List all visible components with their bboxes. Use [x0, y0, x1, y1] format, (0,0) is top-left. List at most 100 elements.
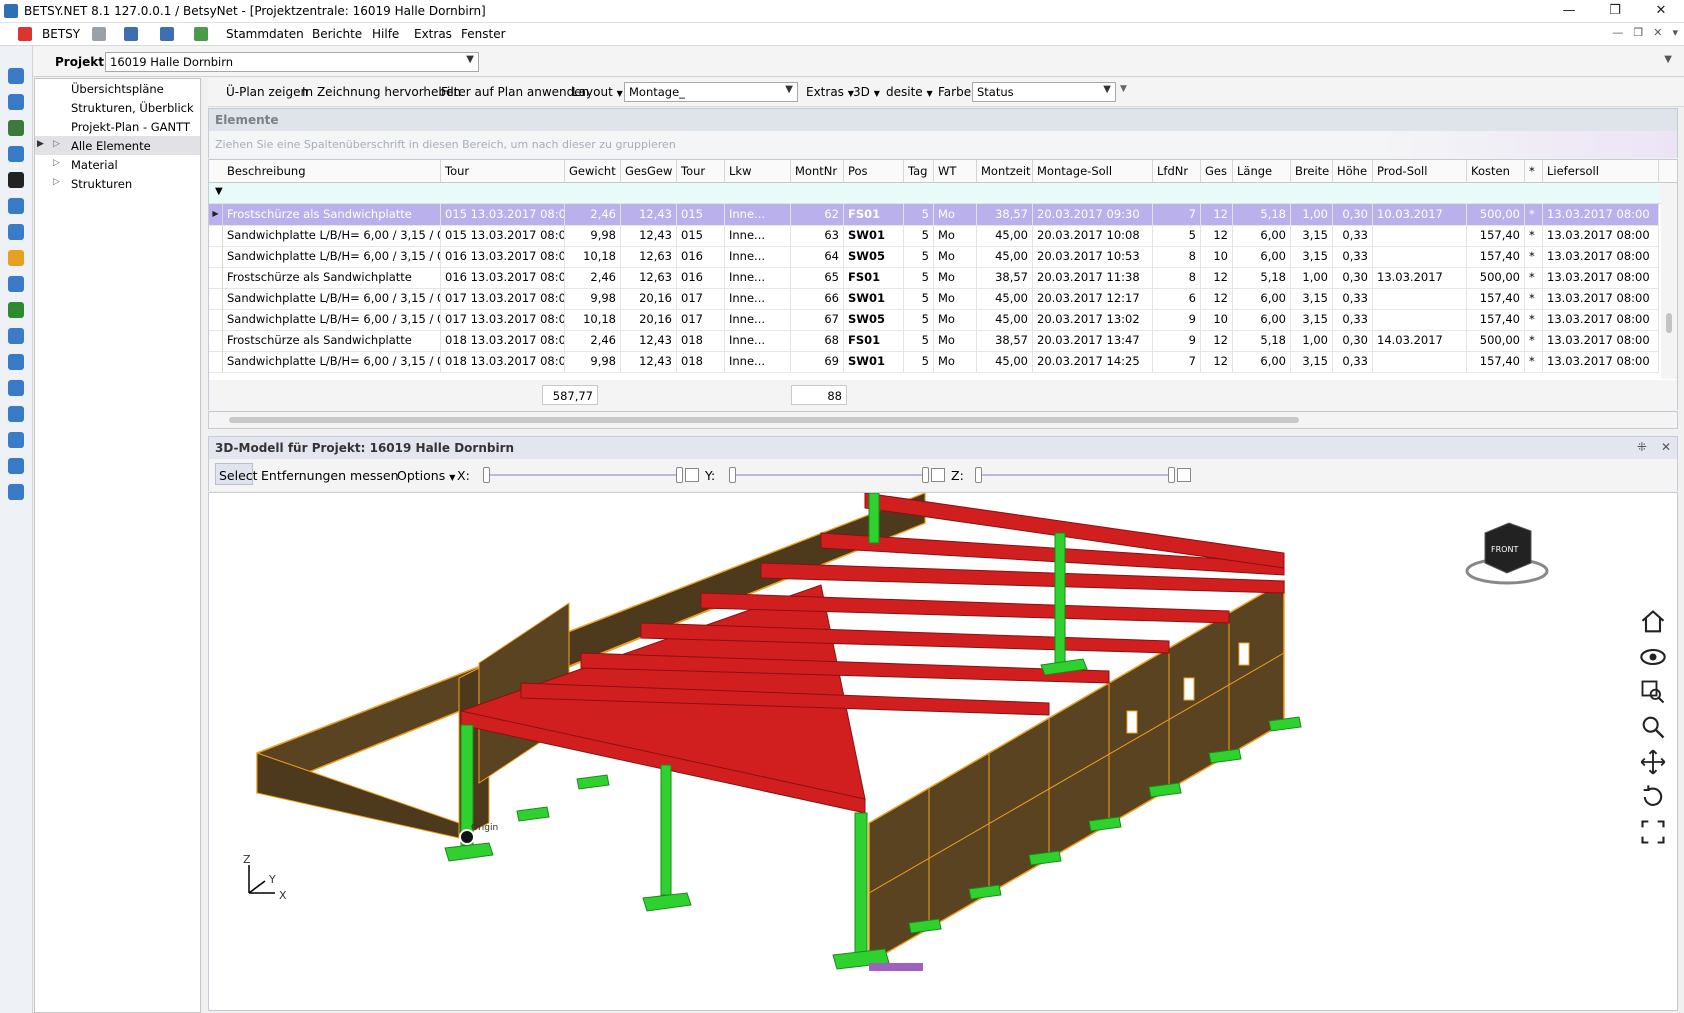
- desite-menu[interactable]: desite ▼: [886, 85, 933, 99]
- table-cell[interactable]: Mo: [934, 204, 977, 225]
- table-cell[interactable]: 2,46: [565, 267, 621, 288]
- table-cell[interactable]: 20.03.2017 14:25: [1033, 351, 1153, 372]
- table-cell[interactable]: 13.03.2017 08:00: [1543, 267, 1659, 288]
- filter-plan-button[interactable]: Filter auf Plan anwenden: [441, 85, 589, 99]
- zoom-icon[interactable]: [1639, 713, 1667, 741]
- group-by-area[interactable]: Ziehen Sie eine Spaltenüberschrift in di…: [208, 131, 1678, 158]
- pan-icon[interactable]: [1639, 748, 1667, 776]
- table-cell[interactable]: Inne...: [725, 204, 791, 225]
- table-row[interactable]: Sandwichplatte L/B/H= 6,00 / 3,15 / 0,33…: [209, 225, 1659, 247]
- column-header[interactable]: Tag: [904, 160, 934, 182]
- table-cell[interactable]: *: [1525, 267, 1543, 288]
- column-header[interactable]: Lkw: [725, 160, 791, 182]
- close-icon[interactable]: ✕: [1638, 0, 1684, 22]
- table-cell[interactable]: FS01: [844, 204, 904, 225]
- column[interactable]: [854, 812, 868, 964]
- table-cell[interactable]: Inne...: [725, 267, 791, 288]
- table-cell[interactable]: 10,18: [565, 246, 621, 267]
- table-cell[interactable]: [1373, 225, 1467, 246]
- table-cell[interactable]: 20.03.2017 10:53: [1033, 246, 1153, 267]
- table-cell[interactable]: 0,33: [1333, 309, 1373, 330]
- table-cell[interactable]: 015: [677, 204, 725, 225]
- slider-knob-start[interactable]: [729, 467, 736, 483]
- table-cell[interactable]: 9: [1153, 330, 1201, 351]
- column-header[interactable]: Beschreibung: [223, 160, 441, 182]
- table-cell[interactable]: 016 13.03.2017 08:00: [441, 246, 565, 267]
- column-header[interactable]: GesGew: [621, 160, 677, 182]
- project-select[interactable]: 16019 Halle Dornbirn ▼: [105, 52, 479, 72]
- menu-fenster[interactable]: Fenster: [461, 27, 506, 41]
- truck-icon[interactable]: [8, 224, 24, 240]
- table-cell[interactable]: Sandwichplatte L/B/H= 6,00 / 3,15 / 0,33…: [223, 246, 441, 267]
- table-cell[interactable]: 12,43: [621, 225, 677, 246]
- table-cell[interactable]: SW05: [844, 309, 904, 330]
- table-cell[interactable]: 018: [677, 351, 725, 372]
- table-cell[interactable]: 015 13.03.2017 08:00: [441, 204, 565, 225]
- table-cell[interactable]: Mo: [934, 267, 977, 288]
- table-cell[interactable]: 3,15: [1291, 351, 1333, 372]
- column-header[interactable]: Kosten: [1467, 160, 1525, 182]
- table-cell[interactable]: 9,98: [565, 225, 621, 246]
- table-cell[interactable]: Sandwichplatte L/B/H= 6,00 / 3,15 / 0,33…: [223, 288, 441, 309]
- column-header[interactable]: MontNr: [791, 160, 844, 182]
- measure-button[interactable]: Entfernungen messen: [261, 468, 399, 483]
- save-icon[interactable]: [92, 27, 106, 41]
- table-cell[interactable]: 157,40: [1467, 309, 1525, 330]
- column-header[interactable]: Pos: [844, 160, 904, 182]
- table-cell[interactable]: 3,15: [1291, 288, 1333, 309]
- highlight-button[interactable]: In Zeichnung hervorheben: [302, 85, 461, 99]
- home-view-icon[interactable]: [1639, 608, 1667, 636]
- table-cell[interactable]: SW01: [844, 351, 904, 372]
- nav-item-strukturen-ueberblick[interactable]: Strukturen, Überblick: [35, 98, 200, 117]
- table-cell[interactable]: 016: [677, 267, 725, 288]
- table-cell[interactable]: Sandwichplatte L/B/H= 6,00 / 3,15 / 0,33…: [223, 351, 441, 372]
- grid-horizontal-scrollbar[interactable]: [208, 411, 1678, 429]
- table-cell[interactable]: Mo: [934, 330, 977, 351]
- column[interactable]: [868, 493, 880, 544]
- table-cell[interactable]: 13.03.2017 08:00: [1543, 204, 1659, 225]
- table-cell[interactable]: Inne...: [725, 351, 791, 372]
- table-cell[interactable]: 017 13.03.2017 08:00: [441, 288, 565, 309]
- table-cell[interactable]: 157,40: [1467, 225, 1525, 246]
- table-cell[interactable]: 45,00: [977, 288, 1033, 309]
- table-cell[interactable]: 12: [1201, 225, 1233, 246]
- scrollbar-thumb[interactable]: [229, 417, 1299, 423]
- table-cell[interactable]: FS01: [844, 267, 904, 288]
- nav-item-material[interactable]: ▷ Material: [35, 155, 200, 174]
- wall-panel-front[interactable]: [256, 752, 460, 839]
- row-indicator[interactable]: [209, 246, 223, 267]
- pin-icon[interactable]: ⁜: [1637, 440, 1647, 454]
- z-clip-checkbox[interactable]: [1177, 468, 1191, 482]
- x-clip-slider[interactable]: [477, 465, 689, 485]
- table-cell[interactable]: 157,40: [1467, 288, 1525, 309]
- table-cell[interactable]: Mo: [934, 246, 977, 267]
- table-cell[interactable]: 5,18: [1233, 330, 1291, 351]
- table-cell[interactable]: 6,00: [1233, 351, 1291, 372]
- row-indicator[interactable]: [209, 267, 223, 288]
- threed-menu[interactable]: 3D ▼: [853, 85, 880, 99]
- table-cell[interactable]: 13.03.2017: [1373, 267, 1467, 288]
- table-cell[interactable]: 13.03.2017 08:00: [1543, 330, 1659, 351]
- current-row-icon[interactable]: ▶: [209, 204, 223, 225]
- table-cell[interactable]: [1373, 288, 1467, 309]
- bar-chart-icon[interactable]: [8, 354, 24, 370]
- maximize-icon[interactable]: ❐: [1592, 0, 1638, 22]
- slider-knob-start[interactable]: [975, 467, 982, 483]
- menu-extras[interactable]: Extras: [414, 27, 452, 41]
- table-cell[interactable]: 10.03.2017: [1373, 204, 1467, 225]
- table-cell[interactable]: Frostschürze als Sandwichplatte: [223, 330, 441, 351]
- window-opening[interactable]: [1183, 677, 1195, 701]
- column-header[interactable]: Länge: [1233, 160, 1291, 182]
- table-cell[interactable]: 6,00: [1233, 309, 1291, 330]
- column-header[interactable]: *: [1525, 160, 1543, 182]
- table-cell[interactable]: 0,33: [1333, 288, 1373, 309]
- module-elements-icon[interactable]: [8, 94, 24, 110]
- table-cell[interactable]: 5: [904, 351, 934, 372]
- column[interactable]: [660, 764, 672, 896]
- table-cell[interactable]: Mo: [934, 225, 977, 246]
- table-cell[interactable]: 500,00: [1467, 330, 1525, 351]
- table-cell[interactable]: 45,00: [977, 225, 1033, 246]
- table-cell[interactable]: 6: [1153, 288, 1201, 309]
- row-indicator[interactable]: [209, 225, 223, 246]
- table-cell[interactable]: 017 13.03.2017 08:00: [441, 309, 565, 330]
